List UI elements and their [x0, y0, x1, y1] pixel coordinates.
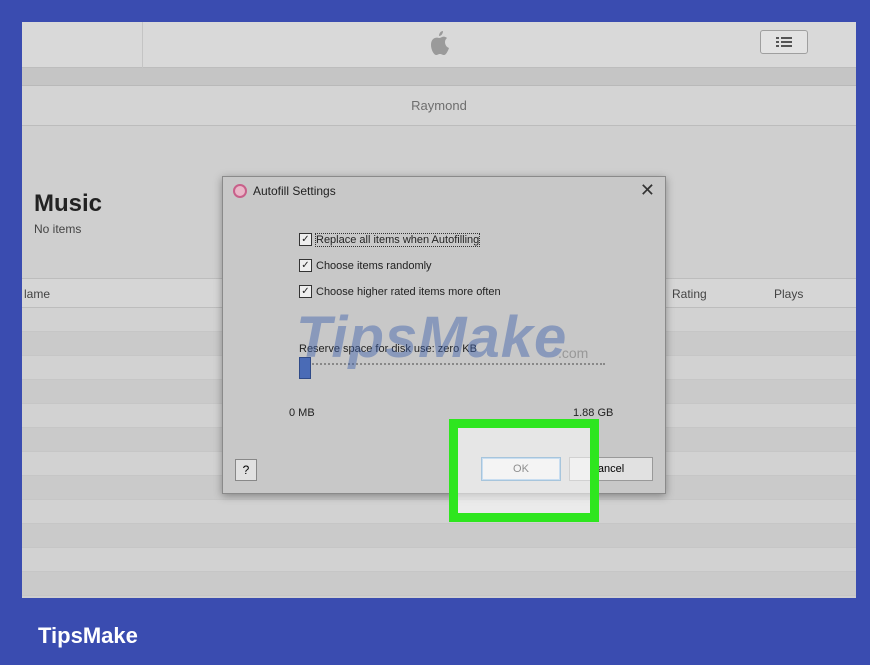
ok-highlight-box	[449, 419, 599, 522]
toolbar-strip	[22, 68, 856, 86]
help-button[interactable]: ?	[235, 459, 257, 481]
dialog-titlebar: Autofill Settings ✕	[223, 177, 665, 205]
checkbox-higher-rated[interactable]: ✓	[299, 285, 312, 298]
column-name[interactable]: lame	[24, 287, 50, 301]
option-label: Choose items randomly	[316, 259, 432, 272]
library-title: Music	[34, 190, 103, 217]
option-replace-all[interactable]: ✓ Replace all items when Autofilling	[299, 232, 481, 247]
account-name: Raymond	[411, 98, 467, 113]
list-row	[22, 524, 856, 548]
list-view-icon	[776, 37, 792, 47]
slider-min-label: 0 MB	[289, 407, 315, 419]
option-higher-rated[interactable]: ✓ Choose higher rated items more often	[299, 285, 501, 298]
dialog-title: Autofill Settings	[253, 184, 336, 198]
list-view-button[interactable]	[760, 30, 808, 54]
watermark-text: TipsMake	[296, 305, 568, 370]
checkbox-choose-randomly[interactable]: ✓	[299, 259, 312, 272]
close-icon[interactable]: ✕	[640, 180, 655, 201]
slider-max-label: 1.88 GB	[573, 407, 614, 419]
checkbox-replace-all[interactable]: ✓	[299, 233, 312, 246]
top-toolbar	[22, 22, 856, 68]
option-label: Choose higher rated items more often	[316, 285, 501, 298]
library-subtitle: No items	[34, 222, 82, 236]
column-rating[interactable]: Rating	[672, 287, 707, 301]
list-row	[22, 572, 856, 596]
option-choose-randomly[interactable]: ✓ Choose items randomly	[299, 259, 432, 272]
footer-brand: TipsMake	[38, 623, 138, 648]
toolbar-divider	[142, 22, 143, 68]
account-bar: Raymond	[22, 86, 856, 126]
watermark-suffix: .com	[558, 345, 589, 361]
column-plays[interactable]: Plays	[774, 287, 803, 301]
itunes-icon	[233, 184, 247, 198]
list-row	[22, 548, 856, 572]
apple-icon	[431, 31, 449, 55]
option-label: Replace all items when Autofilling	[314, 232, 481, 247]
list-row	[22, 500, 856, 524]
